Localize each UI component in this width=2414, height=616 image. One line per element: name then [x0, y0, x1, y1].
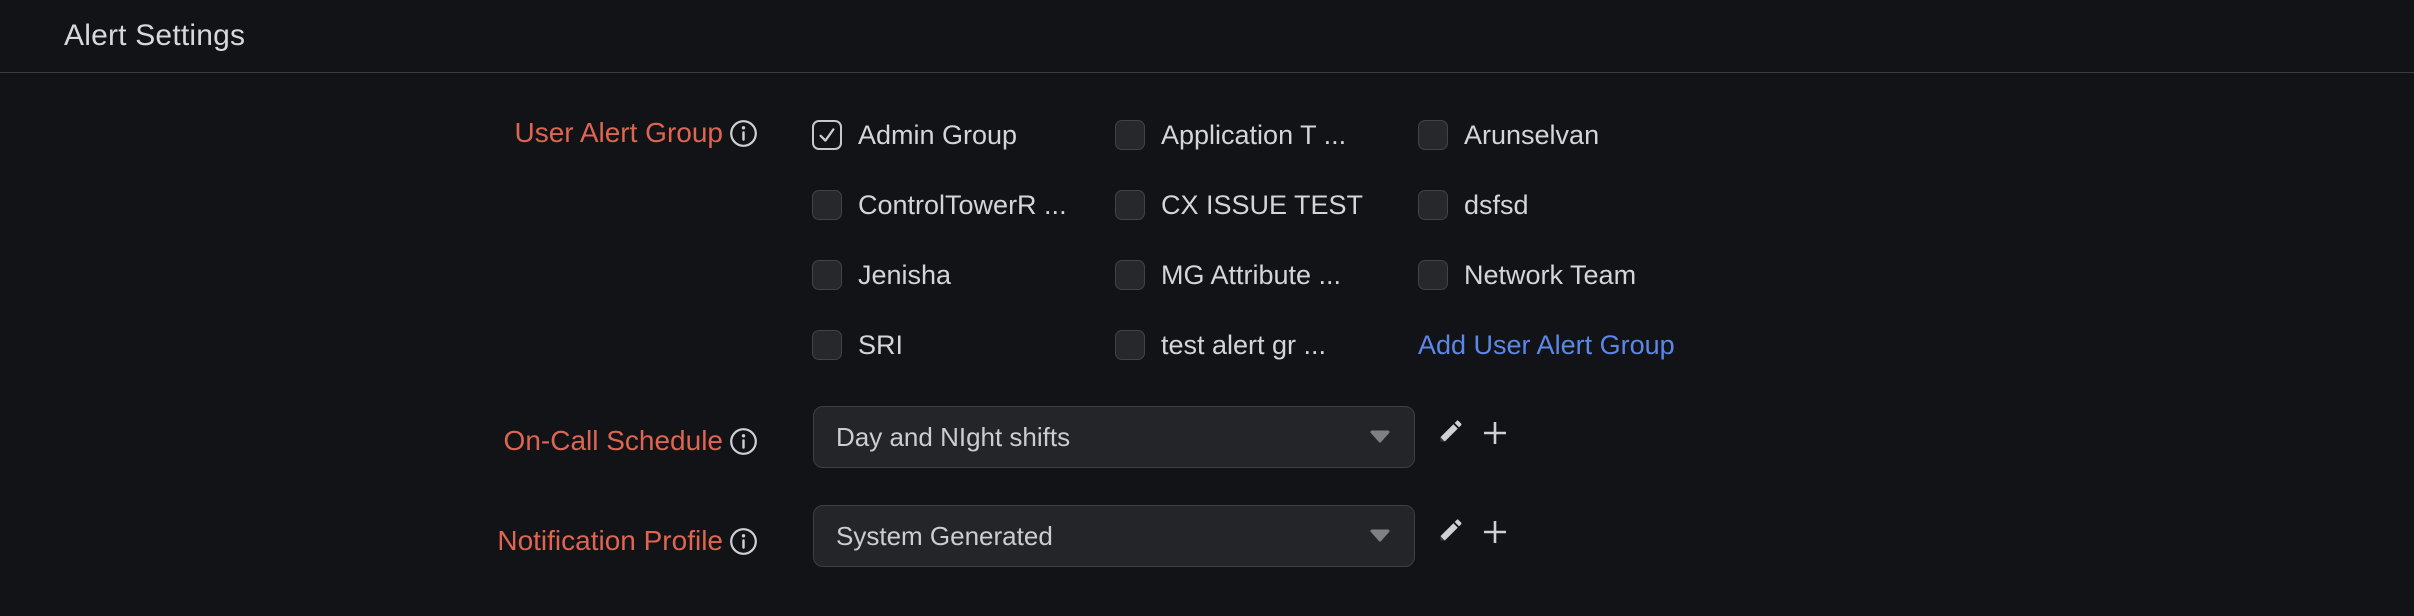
edit-pencil-icon[interactable] — [1437, 516, 1465, 544]
user-alert-group-option[interactable]: Arunselvan — [1418, 120, 1721, 151]
checkbox-unchecked[interactable] — [1418, 120, 1448, 150]
chevron-down-icon — [1369, 529, 1391, 543]
user-alert-group-option-label: ControlTowerR ... — [858, 190, 1067, 221]
user-alert-group-option[interactable]: ControlTowerR ... — [812, 190, 1115, 221]
checkbox-unchecked[interactable] — [1418, 260, 1448, 290]
user-alert-group-option-label: CX ISSUE TEST — [1161, 190, 1363, 221]
checkbox-unchecked[interactable] — [1418, 190, 1448, 220]
checkbox-unchecked[interactable] — [1115, 120, 1145, 150]
checkbox-checked[interactable] — [812, 120, 842, 150]
chevron-down-icon — [1369, 430, 1391, 444]
user-alert-group-option-label: dsfsd — [1464, 190, 1529, 221]
plus-icon[interactable] — [1481, 419, 1509, 447]
user-alert-group-option-label: Application T ... — [1161, 120, 1346, 151]
checkbox-unchecked[interactable] — [1115, 330, 1145, 360]
notification-profile-dropdown[interactable]: System Generated — [813, 505, 1415, 567]
on-call-schedule-label: On-Call Schedule — [0, 424, 723, 458]
checkmark-icon — [815, 123, 839, 147]
checkbox-unchecked[interactable] — [812, 260, 842, 290]
add-user-alert-group-link[interactable]: Add User Alert Group — [1418, 330, 1721, 361]
info-icon[interactable] — [729, 527, 758, 556]
user-alert-group-option[interactable]: SRI — [812, 330, 1115, 361]
user-alert-group-option[interactable]: Jenisha — [812, 260, 1115, 291]
notification-profile-label: Notification Profile — [0, 524, 723, 558]
page-header: Alert Settings — [0, 0, 2414, 73]
user-alert-group-label: User Alert Group — [0, 116, 723, 150]
user-alert-group-option[interactable]: MG Attribute ... — [1115, 260, 1418, 291]
plus-icon[interactable] — [1481, 518, 1509, 546]
user-alert-group-option[interactable]: Network Team — [1418, 260, 1721, 291]
user-alert-group-option[interactable]: test alert gr ... — [1115, 330, 1418, 361]
user-alert-group-grid: Admin Group Application T ... Arunselvan Co… — [812, 100, 1721, 380]
user-alert-group-option-label: Network Team — [1464, 260, 1636, 291]
notification-profile-value: System Generated — [836, 521, 1053, 552]
user-alert-group-option-label: Jenisha — [858, 260, 951, 291]
info-icon[interactable] — [729, 119, 758, 148]
user-alert-group-option[interactable]: Application T ... — [1115, 120, 1418, 151]
edit-pencil-icon[interactable] — [1437, 417, 1465, 445]
on-call-schedule-value: Day and NIght shifts — [836, 422, 1070, 453]
page-title: Alert Settings — [64, 19, 245, 53]
on-call-schedule-dropdown[interactable]: Day and NIght shifts — [813, 406, 1415, 468]
user-alert-group-option-label: test alert gr ... — [1161, 330, 1326, 361]
checkbox-unchecked[interactable] — [812, 190, 842, 220]
user-alert-group-option[interactable]: CX ISSUE TEST — [1115, 190, 1418, 221]
info-icon[interactable] — [729, 427, 758, 456]
user-alert-group-option[interactable]: dsfsd — [1418, 190, 1721, 221]
user-alert-group-option-label: SRI — [858, 330, 903, 361]
checkbox-unchecked[interactable] — [1115, 260, 1145, 290]
user-alert-group-option-label: Arunselvan — [1464, 120, 1599, 151]
user-alert-group-option-label: Admin Group — [858, 120, 1017, 151]
user-alert-group-option-label: MG Attribute ... — [1161, 260, 1341, 291]
checkbox-unchecked[interactable] — [812, 330, 842, 360]
user-alert-group-option[interactable]: Admin Group — [812, 120, 1115, 151]
checkbox-unchecked[interactable] — [1115, 190, 1145, 220]
